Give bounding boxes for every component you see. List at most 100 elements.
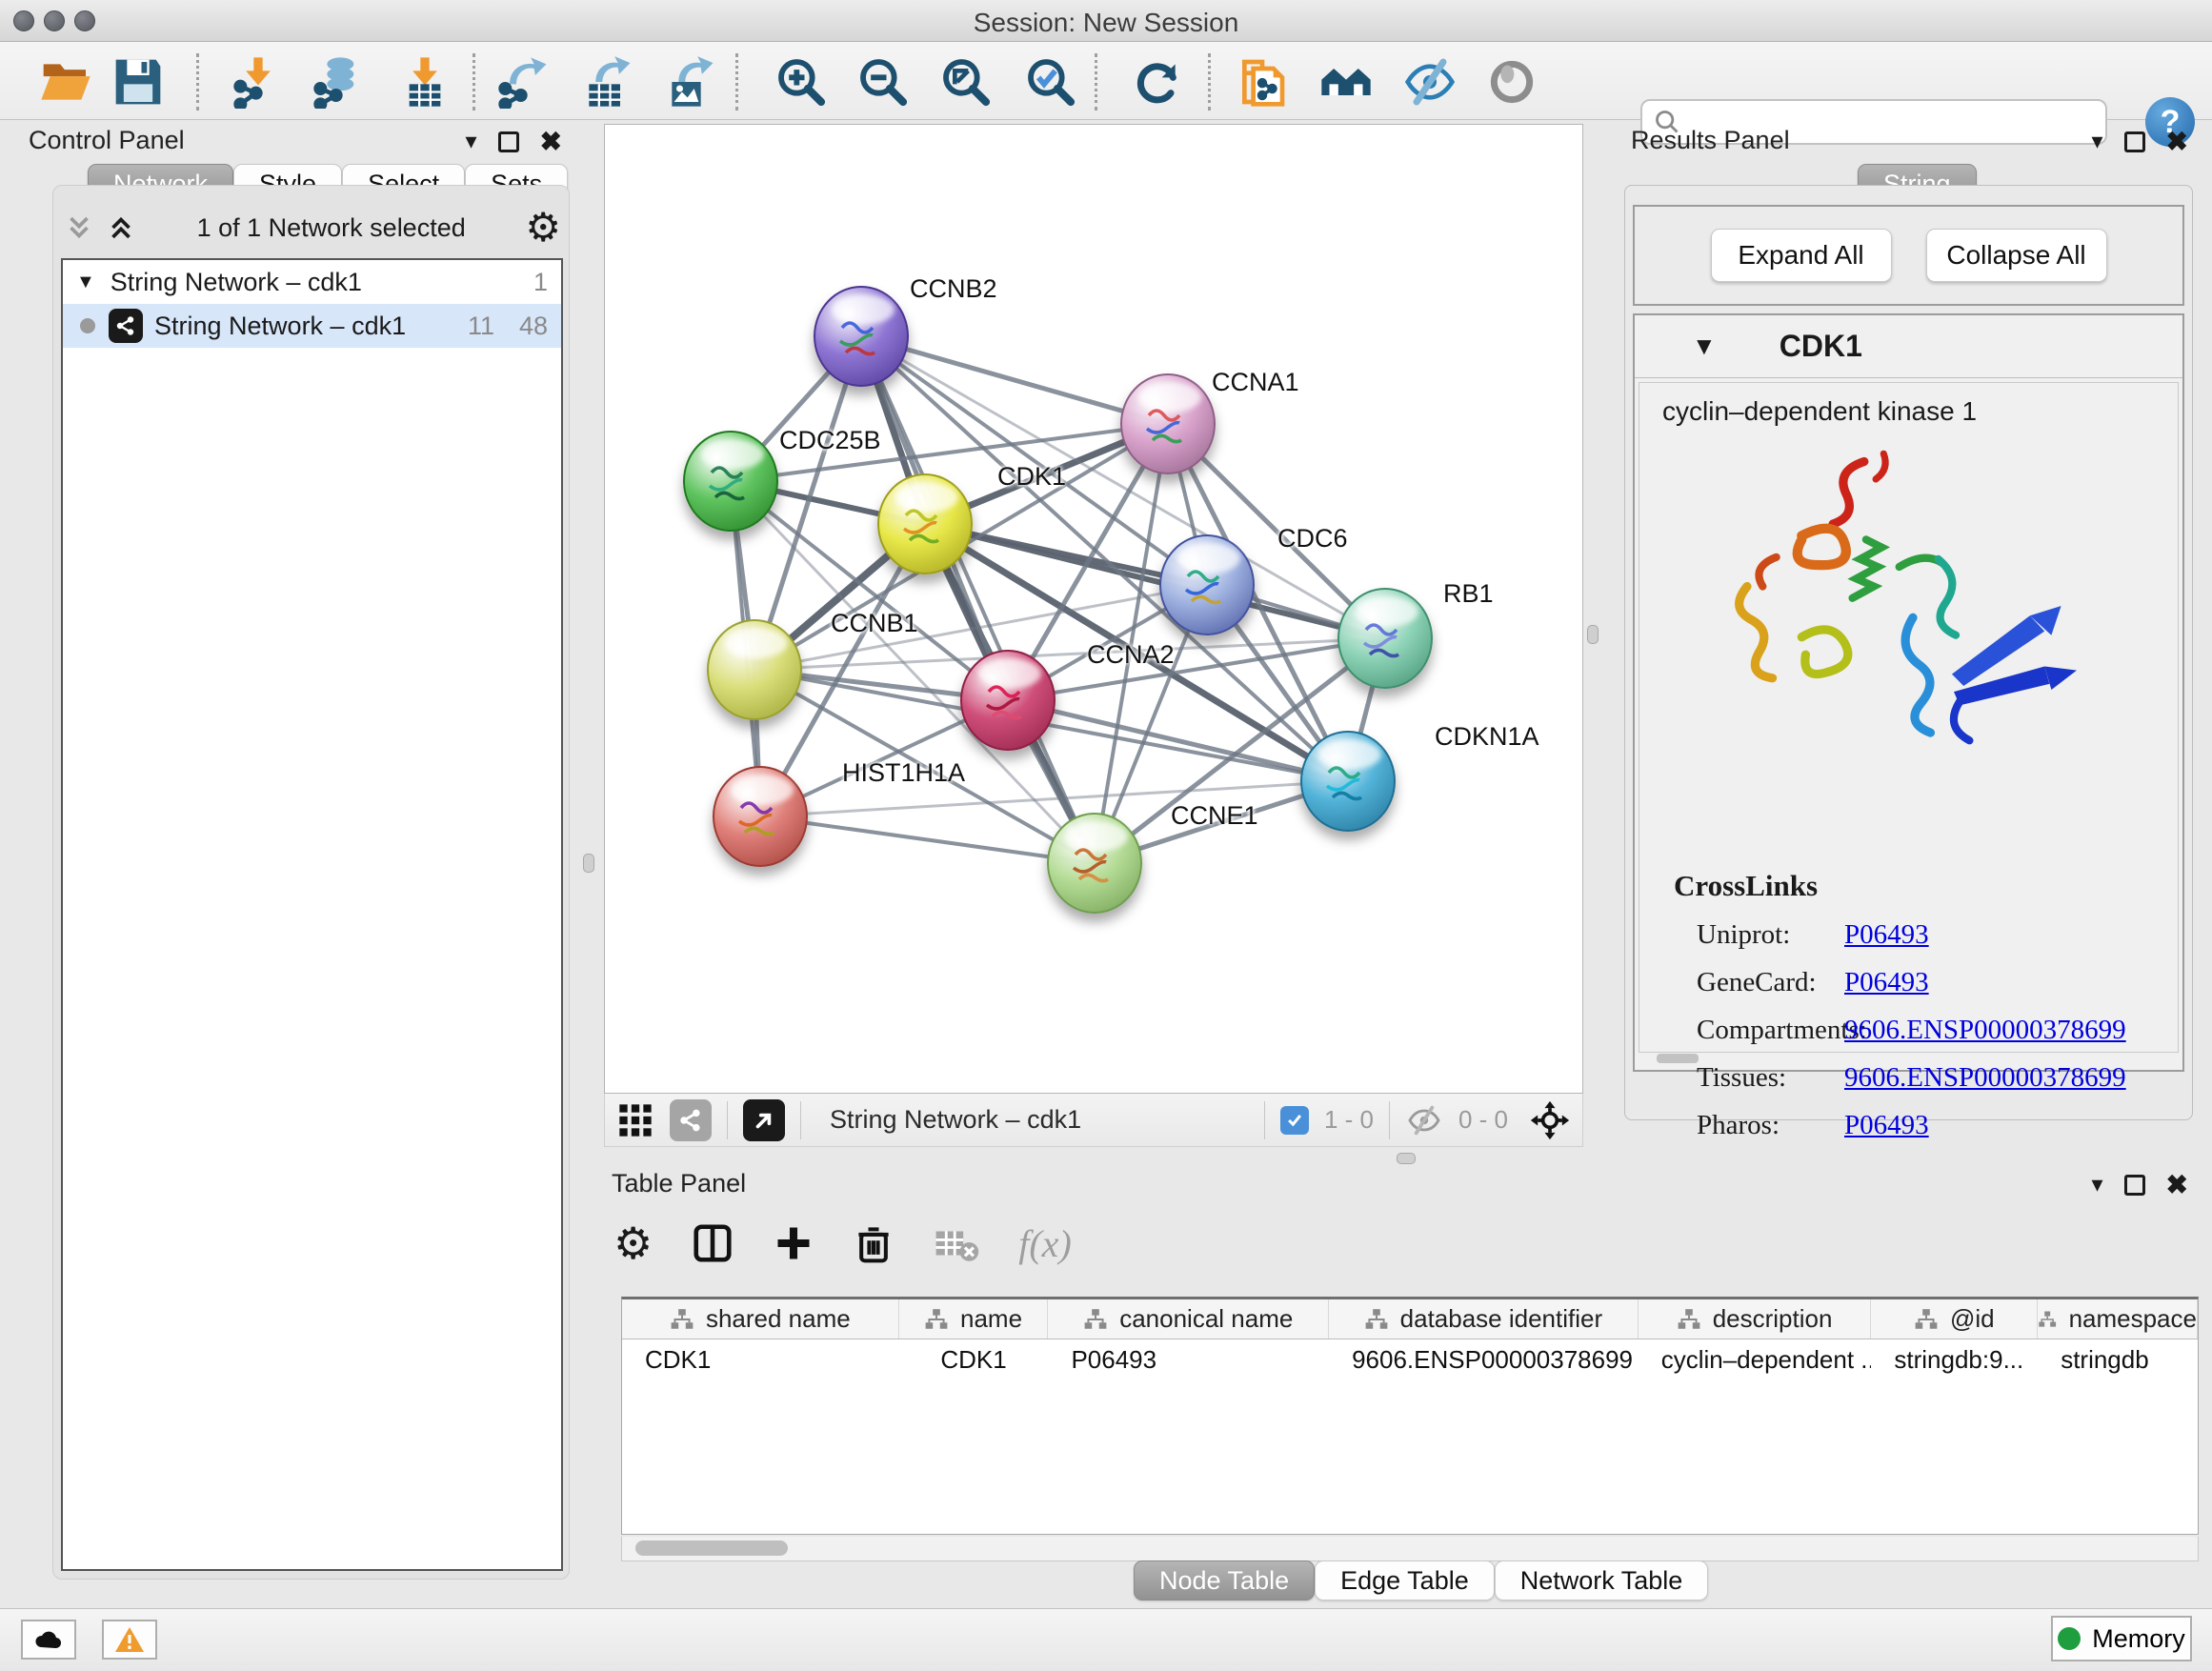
- expand-collapse-card: Expand All Collapse All: [1633, 205, 2184, 306]
- gear-icon[interactable]: ⚙: [525, 208, 561, 248]
- protein-card-header[interactable]: ▼ CDK1: [1635, 315, 2182, 378]
- tree-expander-icon[interactable]: ▼: [76, 272, 95, 293]
- tab-node-table[interactable]: Node Table: [1134, 1560, 1315, 1601]
- protein-structure-thumbnail: [700, 453, 761, 514]
- add-column-icon[interactable]: [773, 1222, 814, 1264]
- network-node-RB1[interactable]: [1337, 588, 1433, 689]
- right-splitter-handle[interactable]: [1587, 625, 1599, 644]
- collapse-protein-icon[interactable]: ▼: [1692, 332, 1717, 361]
- export-image-button[interactable]: [662, 55, 717, 109]
- results-hscroll-thumb[interactable]: [1657, 1054, 1699, 1063]
- column-header-canonical-name[interactable]: canonical name: [1048, 1299, 1329, 1339]
- table-cell[interactable]: CDK1: [899, 1339, 1049, 1381]
- table-cell[interactable]: stringdb:9...: [1871, 1339, 2038, 1381]
- crosslink-link[interactable]: P06493: [1844, 919, 1929, 951]
- bottom-splitter-handle[interactable]: [1397, 1153, 1416, 1164]
- hide-selected-button[interactable]: [1402, 55, 1458, 109]
- table-hscrollbar[interactable]: [621, 1537, 2199, 1561]
- expand-all-button[interactable]: Expand All: [1711, 229, 1892, 282]
- network-edge[interactable]: [760, 816, 1095, 863]
- crosslink-link[interactable]: 9606.ENSP00000378699: [1844, 1062, 2126, 1094]
- column-header--id[interactable]: @id: [1871, 1299, 2038, 1339]
- close-panel-icon[interactable]: ✖: [2166, 1169, 2188, 1200]
- warnings-button[interactable]: [102, 1620, 157, 1660]
- crosslink-link[interactable]: 9606.ENSP00000378699: [1844, 1015, 2126, 1046]
- table-cell[interactable]: P06493: [1048, 1339, 1329, 1381]
- table-cell[interactable]: stringdb: [2038, 1339, 2198, 1381]
- table-hscroll-thumb[interactable]: [635, 1540, 788, 1556]
- column-header-name[interactable]: name: [899, 1299, 1049, 1339]
- network-node-CDC25B[interactable]: [683, 431, 778, 532]
- network-row[interactable]: String Network – cdk1 11 48: [63, 304, 561, 348]
- attribute-tree-icon: [1083, 1307, 1108, 1332]
- table-cell[interactable]: CDK1: [622, 1339, 899, 1381]
- export-network-icon: [495, 55, 551, 109]
- network-node-CDK1[interactable]: [877, 473, 973, 574]
- collapse-all-button[interactable]: Collapse All: [1926, 229, 2107, 282]
- network-node-CDKN1A[interactable]: [1300, 731, 1396, 832]
- zoom-selected-button[interactable]: [1023, 55, 1078, 109]
- network-node-CCNE1[interactable]: [1047, 813, 1142, 914]
- network-canvas[interactable]: CCNB2CCNA1CDC25BCDK1CDC6RB1CCNB1CCNA2CDK…: [604, 124, 1583, 1094]
- window-title: Session: New Session: [0, 8, 2212, 38]
- selected-checkbox-icon[interactable]: [1280, 1106, 1309, 1135]
- float-panel-icon[interactable]: [498, 131, 519, 152]
- left-splitter-handle[interactable]: [583, 854, 594, 873]
- table-row[interactable]: CDK1CDK1P064939606.ENSP00000378699cyclin…: [622, 1339, 2198, 1381]
- crosslink-link[interactable]: P06493: [1844, 967, 1929, 998]
- birdseye-toggle-button[interactable]: [616, 1101, 654, 1139]
- network-node-HIST1H1A[interactable]: [713, 766, 808, 867]
- detach-view-button[interactable]: [743, 1099, 785, 1141]
- network-node-CCNA2[interactable]: [960, 650, 1056, 751]
- network-node-CDC6[interactable]: [1159, 534, 1255, 635]
- export-table-button[interactable]: [579, 55, 634, 109]
- close-panel-icon[interactable]: ✖: [540, 126, 562, 157]
- cloud-button[interactable]: [21, 1620, 76, 1660]
- column-header-namespace[interactable]: namespace: [2038, 1299, 2198, 1339]
- table-cell[interactable]: cyclin–dependent ...: [1639, 1339, 1872, 1381]
- network-node-CCNB2[interactable]: [814, 286, 909, 387]
- crosslink-link[interactable]: P06493: [1844, 1110, 1929, 1141]
- node-label-CDK1: CDK1: [997, 462, 1066, 492]
- expand-all-chevron-icon[interactable]: [105, 211, 137, 244]
- refresh-view-button[interactable]: [1130, 55, 1185, 109]
- panel-menu-icon[interactable]: ▾: [2091, 128, 2102, 155]
- zoom-out-button[interactable]: [855, 55, 911, 109]
- column-header-shared-name[interactable]: shared name: [622, 1299, 899, 1339]
- table-settings-gear-icon[interactable]: ⚙: [613, 1223, 653, 1263]
- zoom-in-button[interactable]: [774, 55, 829, 109]
- houses-button[interactable]: [1318, 55, 1374, 109]
- panel-menu-icon[interactable]: ▾: [465, 128, 476, 155]
- column-header-database-identifier[interactable]: database identifier: [1329, 1299, 1639, 1339]
- crosslink-row: Compartments:9606.ENSP00000378699: [1639, 1015, 2178, 1046]
- save-session-button[interactable]: [111, 55, 166, 109]
- main-toolbar: ?: [0, 42, 2212, 120]
- network-node-CCNA1[interactable]: [1120, 373, 1216, 474]
- table-cell[interactable]: 9606.ENSP00000378699: [1329, 1339, 1639, 1381]
- protein-card: ▼ CDK1 cyclin–dependent kinase 1: [1633, 313, 2184, 1072]
- close-panel-icon[interactable]: ✖: [2166, 126, 2188, 157]
- network-collection-row[interactable]: ▼ String Network – cdk1 1: [63, 260, 561, 304]
- new-network-from-selection-button[interactable]: [1235, 55, 1290, 109]
- float-panel-icon[interactable]: [2124, 131, 2145, 152]
- network-node-CCNB1[interactable]: [707, 619, 802, 720]
- memory-button[interactable]: Memory: [2051, 1616, 2192, 1661]
- import-table-button[interactable]: [397, 55, 452, 109]
- memory-label: Memory: [2092, 1624, 2185, 1654]
- collapse-all-chevron-icon[interactable]: [63, 211, 95, 244]
- tab-network-table[interactable]: Network Table: [1495, 1560, 1709, 1601]
- graphics-details-button[interactable]: [1484, 55, 1539, 109]
- crosslinks-section: CrossLinks Uniprot:P06493GeneCard:P06493…: [1639, 869, 2178, 1141]
- open-session-button[interactable]: [38, 55, 93, 109]
- import-network-database-button[interactable]: [311, 55, 366, 109]
- show-columns-icon[interactable]: [691, 1221, 734, 1265]
- zoom-fit-button[interactable]: [938, 55, 994, 109]
- delete-column-trash-icon[interactable]: [853, 1222, 895, 1264]
- pan-mode-button[interactable]: [1529, 1099, 1571, 1141]
- column-header-description[interactable]: description: [1639, 1299, 1872, 1339]
- tab-edge-table[interactable]: Edge Table: [1315, 1560, 1495, 1601]
- export-network-button[interactable]: [495, 55, 551, 109]
- panel-menu-icon[interactable]: ▾: [2091, 1171, 2102, 1198]
- float-panel-icon[interactable]: [2124, 1175, 2145, 1196]
- import-network-file-button[interactable]: [231, 55, 286, 109]
